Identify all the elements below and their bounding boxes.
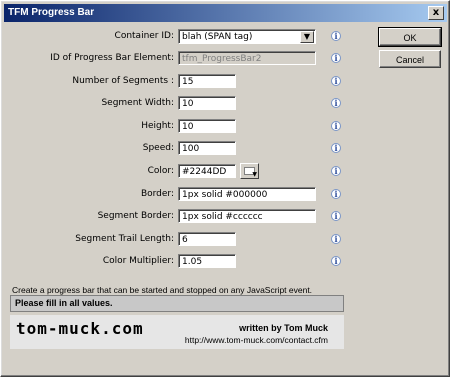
info-icon[interactable]: i: [331, 234, 341, 244]
border-label: Border:: [140, 189, 174, 199]
info-icon[interactable]: i: [331, 143, 341, 153]
height-field[interactable]: 10: [178, 119, 236, 133]
info-icon[interactable]: i: [331, 53, 341, 63]
height-label: Height:: [141, 121, 174, 131]
info-icon[interactable]: i: [331, 189, 341, 199]
segments-field[interactable]: 15: [178, 74, 236, 88]
speed-field[interactable]: 100: [178, 141, 236, 155]
author-credit: written by Tom Muck: [239, 323, 328, 333]
trail-length-label: Segment Trail Length:: [75, 234, 174, 244]
segment-border-label: Segment Border:: [97, 211, 174, 221]
chevron-down-icon[interactable]: ▼: [300, 31, 314, 43]
container-id-select[interactable]: blah (SPAN tag) ▼: [178, 29, 316, 44]
close-button[interactable]: x: [428, 6, 444, 20]
progress-id-field: tfm_ProgressBar2: [178, 51, 316, 65]
segment-border-field[interactable]: 1px solid #cccccc: [178, 209, 316, 223]
segment-width-label: Segment Width:: [101, 98, 174, 108]
color-label: Color:: [147, 166, 174, 176]
info-icon[interactable]: i: [331, 256, 341, 266]
border-field[interactable]: 1px solid #000000: [178, 187, 316, 201]
trail-length-field[interactable]: 6: [178, 232, 236, 246]
info-icon[interactable]: i: [331, 166, 341, 176]
window-title: TFM Progress Bar: [8, 7, 95, 18]
color-field[interactable]: #2244DD: [178, 164, 236, 178]
description-text: Create a progress bar that can be starte…: [12, 285, 313, 295]
brand-logo: tom-muck.com: [16, 319, 144, 338]
color-multiplier-field[interactable]: 1.05: [178, 254, 236, 268]
info-icon[interactable]: i: [331, 121, 341, 131]
footer-panel: tom-muck.com written by Tom Muck http://…: [10, 315, 344, 349]
container-id-label: Container ID:: [114, 31, 174, 41]
segments-label: Number of Segments :: [72, 76, 174, 86]
info-icon[interactable]: i: [331, 98, 341, 108]
dialog-window: TFM Progress Bar x Container ID: ID of P…: [0, 0, 450, 377]
title-bar: TFM Progress Bar x: [4, 4, 447, 22]
contact-url[interactable]: http://www.tom-muck.com/contact.cfm: [185, 335, 328, 345]
chevron-down-icon: ▼: [252, 171, 257, 178]
cancel-button[interactable]: Cancel: [379, 50, 441, 68]
container-id-value: blah (SPAN tag): [182, 32, 253, 42]
progress-id-label: ID of Progress Bar Element:: [50, 53, 174, 63]
color-multiplier-label: Color Multiplier:: [102, 256, 174, 266]
ok-button[interactable]: OK: [378, 27, 442, 47]
info-icon[interactable]: i: [331, 211, 341, 221]
color-picker-button[interactable]: ▼: [240, 163, 259, 179]
info-icon[interactable]: i: [331, 31, 341, 41]
info-icon[interactable]: i: [331, 76, 341, 86]
speed-label: Speed:: [142, 143, 174, 153]
segment-width-field[interactable]: 10: [178, 96, 236, 110]
status-message: Please fill in all values.: [10, 295, 344, 312]
